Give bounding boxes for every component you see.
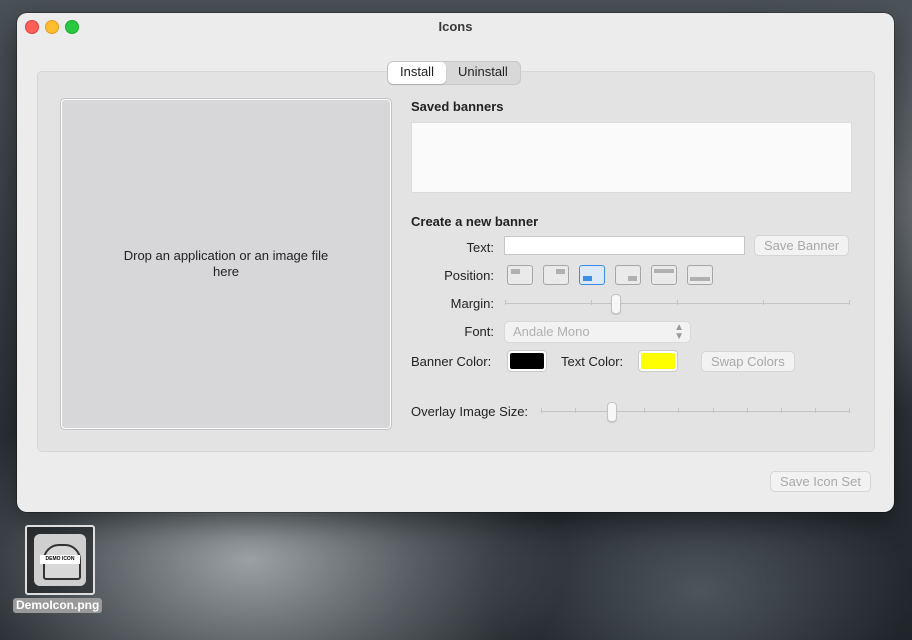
overlay-size-slider-knob[interactable] <box>607 402 617 422</box>
save-banner-button[interactable]: Save Banner <box>754 235 850 256</box>
banner-color-label: Banner Color: <box>411 354 492 369</box>
swap-colors-button[interactable]: Swap Colors <box>701 351 795 372</box>
text-color-well[interactable] <box>638 350 678 372</box>
drop-area[interactable]: Drop an application or an image file her… <box>60 98 392 430</box>
position-label: Position: <box>444 268 494 283</box>
tab-install[interactable]: Install <box>388 62 446 84</box>
position-top-button[interactable] <box>651 265 677 285</box>
position-bottom-right-button[interactable] <box>615 265 641 285</box>
tab-bar: Install Uninstall <box>387 61 521 85</box>
tab-uninstall[interactable]: Uninstall <box>446 62 520 84</box>
margin-label: Margin: <box>450 296 494 311</box>
file-thumbnail-frame: DEMO ICON <box>25 525 95 595</box>
position-bottom-left-button[interactable] <box>579 265 605 285</box>
icons-window: Icons Install Uninstall Drop an applicat… <box>17 13 894 512</box>
save-icon-set-button[interactable]: Save Icon Set <box>770 471 871 492</box>
text-color-label: Text Color: <box>561 354 624 369</box>
saved-banners-list[interactable] <box>411 122 852 193</box>
window-title: Icons <box>438 19 473 34</box>
position-top-left-button[interactable] <box>507 265 533 285</box>
overlay-size-label: Overlay Image Size: <box>411 404 529 419</box>
margin-slider-knob[interactable] <box>611 294 621 314</box>
desktop-file-label[interactable]: DemoIcon.png <box>13 598 103 613</box>
create-banner-heading: Create a new banner <box>411 214 539 229</box>
chevron-updown-icon: ▲ ▼ <box>674 322 684 342</box>
font-label: Font: <box>464 324 494 339</box>
banner-text-input[interactable] <box>504 236 745 255</box>
title-bar[interactable]: Icons <box>17 13 894 41</box>
font-select-value: Andale Mono <box>513 324 590 339</box>
position-top-right-button[interactable] <box>543 265 569 285</box>
desktop-file-icon[interactable]: DEMO ICON <box>25 525 95 595</box>
file-thumbnail-banner: DEMO ICON <box>40 555 80 564</box>
position-bottom-button[interactable] <box>687 265 713 285</box>
font-select[interactable]: Andale Mono ▲ ▼ <box>504 321 691 343</box>
file-thumbnail-image: DEMO ICON <box>34 534 86 586</box>
text-label: Text: <box>466 240 494 255</box>
text-color-fill <box>641 353 675 369</box>
saved-banners-heading: Saved banners <box>411 99 504 114</box>
drop-area-label: Drop an application or an image file her… <box>123 248 329 279</box>
banner-color-fill <box>510 353 544 369</box>
banner-color-well[interactable] <box>507 350 547 372</box>
